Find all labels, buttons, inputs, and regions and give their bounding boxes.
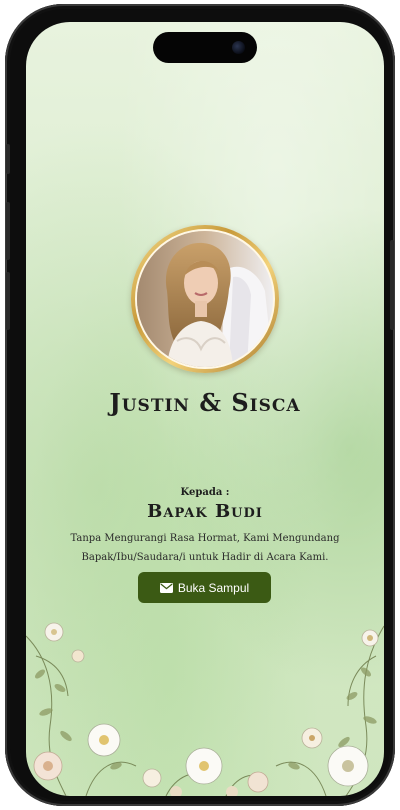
couple-photo-frame [131,225,279,373]
envelope-icon [159,582,173,593]
invitation-message: Tanpa Mengurangi Rasa Hormat, Kami Mengu… [66,529,344,567]
invitation-message-line-1: Tanpa Mengurangi Rasa Hormat, Kami Mengu… [70,533,340,544]
open-invitation-button-label: Buka Sampul [177,580,250,595]
power-button [390,240,394,330]
volume-down-button [6,272,10,330]
invitation-cover: Justin & Sisca Kepada : Bapak Budi Tanpa… [26,22,384,796]
couple-name: Justin & Sisca [109,388,301,417]
invitation-message-line-2: Bapak/Ibu/Saudara/i untuk Hadir di Acara… [81,552,329,563]
guest-name: Bapak Budi [147,501,263,522]
to-label: Kepada : [180,487,230,498]
phone-frame: Justin & Sisca Kepada : Bapak Budi Tanpa… [5,4,395,806]
mute-switch [6,144,10,174]
volume-up-button [6,202,10,260]
couple-photo-illustration [137,231,273,367]
dynamic-island [153,32,257,63]
camera-icon [232,41,245,54]
floral-decoration [26,622,384,796]
open-invitation-button[interactable]: Buka Sampul [138,572,271,603]
couple-photo [135,229,275,369]
